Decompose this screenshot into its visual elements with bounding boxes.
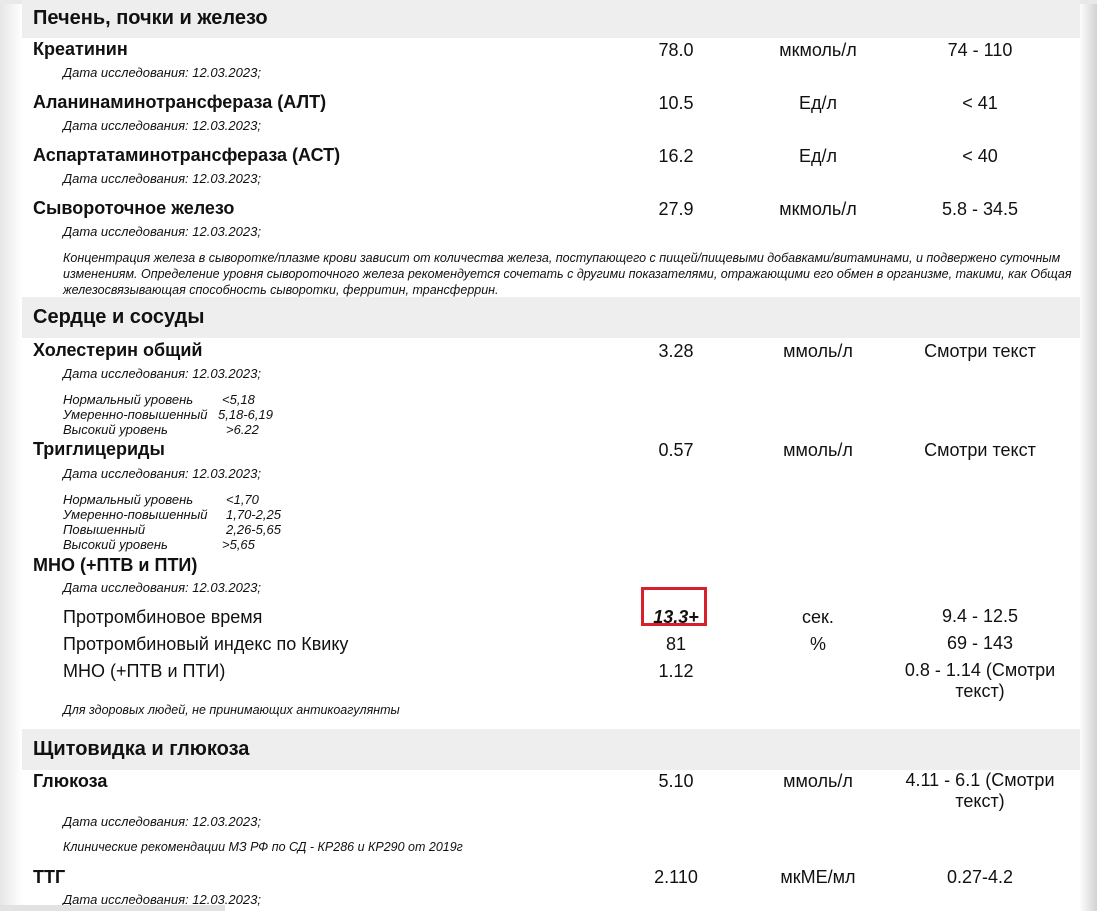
level-value: 5,18-6,19 — [218, 407, 273, 422]
test-ref-ast: < 40 — [962, 146, 998, 166]
test-name-alt: Аланинаминотрансфераза (АЛТ) — [33, 92, 327, 112]
test-unit-creatinine: мкмоль/л — [779, 40, 857, 60]
test-value-tsh: 2.110 — [654, 867, 698, 887]
test-value-ast: 16.2 — [658, 146, 694, 166]
level-label: Высокий уровень — [63, 422, 168, 437]
test-ref-quick-index: 69 - 143 — [946, 633, 1014, 653]
test-date-ast: Дата исследования: 12.03.2023; — [63, 171, 261, 186]
test-ref-inr: 0.8 - 1.14 (Смотри текст) — [904, 660, 1056, 701]
test-date-alt: Дата исследования: 12.03.2023; — [63, 118, 261, 133]
test-date-glucose: Дата исследования: 12.03.2023; — [63, 814, 261, 829]
level-value: 2,26-5,65 — [226, 522, 281, 537]
test-ref-tsh: 0.27-4.2 — [946, 867, 1014, 887]
section-header-liver: Печень, почки и железо — [22, 0, 1080, 38]
test-date-inr-group: Дата исследования: 12.03.2023; — [63, 580, 261, 595]
level-value: <5,18 — [222, 392, 255, 407]
test-unit-glucose: ммоль/л — [783, 771, 853, 791]
level-label: Повышенный — [63, 522, 146, 537]
test-ref-cholesterol: Смотри текст — [924, 341, 1036, 361]
test-name-iron: Сывороточное железо — [33, 198, 235, 218]
test-ref-glucose: 4.11 - 6.1 (Смотри текст) — [905, 770, 1055, 811]
test-date-creatinine: Дата исследования: 12.03.2023; — [63, 65, 261, 80]
level-value: <1,70 — [226, 492, 259, 507]
test-ref-creatinine: 74 - 110 — [947, 40, 1013, 60]
test-value-quick-index: 81 — [665, 634, 687, 654]
test-value-inr: 1.12 — [658, 661, 694, 681]
test-name-ast: Аспартатаминотрансфераза (АСТ) — [33, 145, 341, 165]
horizontal-scrollbar[interactable] — [0, 905, 225, 911]
test-name-prothrombin-time: Протромбиновое время — [63, 607, 263, 627]
test-name-quick-index: Протромбиновый индекс по Квику — [63, 634, 349, 654]
test-unit-prothrombin-time: сек. — [802, 607, 834, 627]
lab-report-page: { "sections": { "liver": { "title": "Печ… — [0, 0, 1097, 911]
test-value-triglycerides: 0.57 — [658, 440, 694, 460]
test-note-iron: Концентрация железа в сыворотке/плазме к… — [63, 251, 1072, 297]
test-name-tsh: ТТГ — [33, 867, 66, 887]
test-ref-triglycerides: Смотри текст — [924, 440, 1036, 460]
test-name-inr: МНО (+ПТВ и ПТИ) — [63, 661, 226, 681]
test-value-cholesterol: 3.28 — [658, 341, 694, 361]
test-unit-ast: Ед/л — [798, 146, 837, 166]
abnormal-value-highlight — [641, 587, 707, 626]
page-left-shadow — [0, 0, 22, 911]
page-right-shadow — [1079, 0, 1097, 911]
test-value-glucose: 5.10 — [658, 771, 694, 791]
test-value-alt: 10.5 — [658, 93, 694, 113]
test-name-inr-group: МНО (+ПТВ и ПТИ) — [33, 555, 198, 575]
test-name-glucose: Глюкоза — [33, 771, 108, 791]
level-label: Высокий уровень — [63, 537, 168, 552]
level-label: Нормальный уровень — [63, 392, 194, 407]
test-value-iron: 27.9 — [658, 199, 694, 219]
level-value: 1,70-2,25 — [226, 507, 281, 522]
test-note-glucose: Клинические рекомендации МЗ РФ по СД - К… — [63, 840, 463, 854]
section-header-heart: Сердце и сосуды — [22, 297, 1080, 338]
level-value: >6.22 — [226, 422, 259, 437]
level-value: >5,65 — [222, 537, 255, 552]
test-unit-alt: Ед/л — [798, 93, 837, 113]
test-name-cholesterol: Холестерин общий — [33, 340, 203, 360]
test-name-triglycerides: Триглицериды — [33, 439, 165, 459]
test-value-creatinine: 78.0 — [658, 40, 694, 60]
test-unit-triglycerides: ммоль/л — [783, 440, 853, 460]
test-unit-cholesterol: ммоль/л — [783, 341, 853, 361]
level-label: Умеренно-повышенный — [63, 407, 208, 422]
level-label: Нормальный уровень — [63, 492, 194, 507]
test-unit-tsh: мкМЕ/мл — [780, 867, 856, 887]
test-ref-alt: < 41 — [962, 93, 998, 113]
test-note-inr-group: Для здоровых людей, не принимающих антик… — [63, 703, 400, 717]
test-date-triglycerides: Дата исследования: 12.03.2023; — [63, 466, 261, 481]
test-date-iron: Дата исследования: 12.03.2023; — [63, 224, 261, 239]
test-date-cholesterol: Дата исследования: 12.03.2023; — [63, 366, 261, 381]
level-label: Умеренно-повышенный — [63, 507, 208, 522]
test-unit-quick-index: % — [809, 634, 826, 654]
test-ref-iron: 5.8 - 34.5 — [941, 199, 1019, 219]
section-header-thyroid: Щитовидка и глюкоза — [22, 729, 1080, 770]
test-unit-iron: мкмоль/л — [779, 199, 857, 219]
test-name-creatinine: Креатинин — [33, 39, 128, 59]
test-ref-prothrombin-time: 9.4 - 12.5 — [941, 606, 1019, 626]
